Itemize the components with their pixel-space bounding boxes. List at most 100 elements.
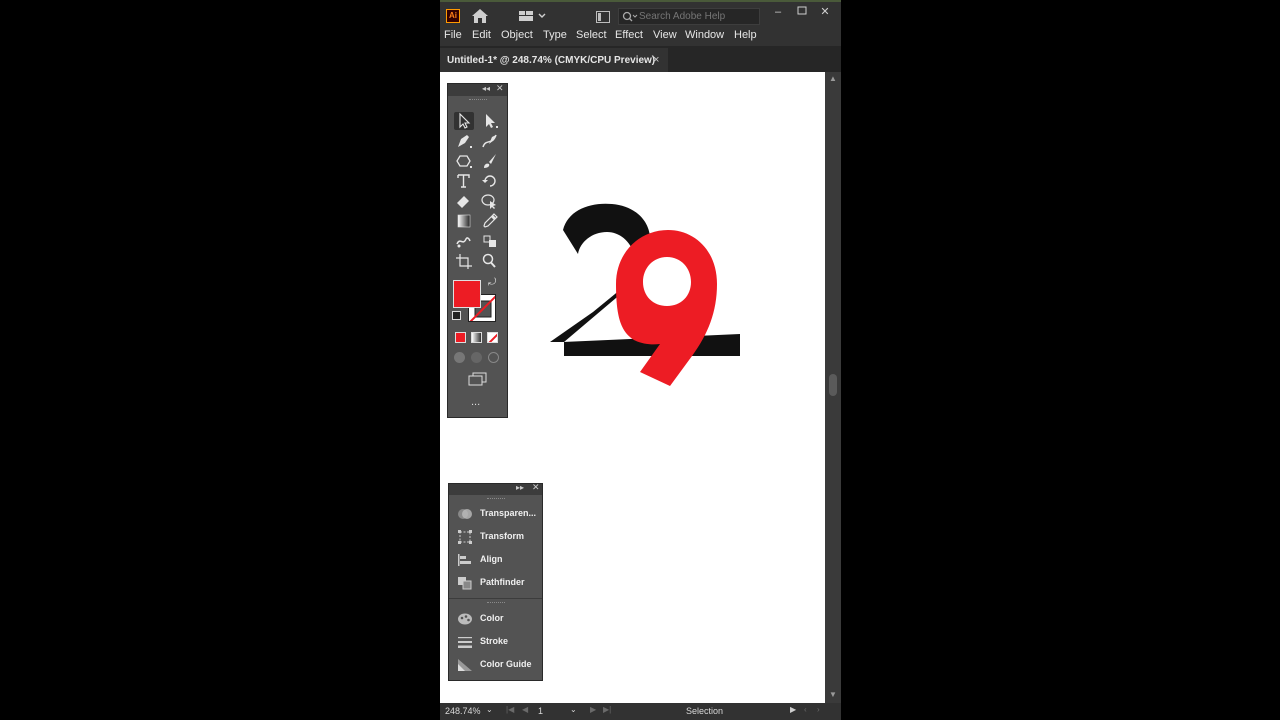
artwork-digit-2-text: 2 <box>440 72 446 75</box>
maximize-button[interactable] <box>795 6 809 18</box>
menu-select[interactable]: Select <box>576 29 607 41</box>
next-artboard-icon[interactable]: ▶ <box>590 705 596 714</box>
menu-type[interactable]: Type <box>543 29 567 41</box>
panel-align[interactable]: Align <box>449 549 542 572</box>
artboard-tool-icon[interactable] <box>454 252 474 270</box>
status-prev-icon[interactable]: ‹ <box>804 705 807 714</box>
eraser-tool-icon[interactable] <box>454 192 474 210</box>
selection-tool-icon[interactable] <box>454 112 474 130</box>
panel-grip[interactable] <box>469 99 487 102</box>
menu-help[interactable]: Help <box>734 29 757 41</box>
collapsed-panels-header[interactable]: ▸▸ ✕ <box>449 482 542 495</box>
color-icon <box>457 612 473 626</box>
first-artboard-icon[interactable]: |◀ <box>506 705 514 714</box>
pen-tool-icon[interactable] <box>454 132 474 150</box>
draw-behind-icon[interactable] <box>471 352 482 363</box>
panel-label: Pathfinder <box>480 577 525 587</box>
minimize-button[interactable]: – <box>771 6 785 18</box>
panel-label: Align <box>480 554 503 564</box>
expand-icon[interactable]: ▸▸ <box>516 483 524 492</box>
app-logo: Ai <box>446 9 460 23</box>
eyedropper-tool-icon[interactable] <box>480 212 500 230</box>
menu-edit[interactable]: Edit <box>472 29 491 41</box>
current-tool-label: Selection <box>686 706 724 716</box>
status-bar: 248.74% ⌄ |◀ ◀ 1 ⌄ ▶ ▶| Selection ▶ ‹ › <box>440 703 841 720</box>
transparency-icon <box>457 507 473 521</box>
screen-mode-icon[interactable] <box>468 372 488 389</box>
default-colors-icon[interactable] <box>452 311 461 320</box>
panel-grip[interactable] <box>487 602 505 605</box>
type-tool-icon[interactable] <box>454 172 474 190</box>
last-artboard-icon[interactable]: ▶| <box>603 705 611 714</box>
gradient-tool-icon[interactable] <box>454 212 474 230</box>
document-tab-title: Untitled-1* @ 248.74% (CMYK/CPU Preview) <box>447 55 656 66</box>
menu-window[interactable]: Window <box>685 29 724 41</box>
close-window-button[interactable]: ✕ <box>818 6 832 18</box>
color-guide-icon <box>457 658 473 672</box>
gradient-mode-icon[interactable] <box>471 332 482 343</box>
status-menu-icon[interactable]: ▶ <box>790 705 796 714</box>
panel-close-icon[interactable]: ✕ <box>532 482 540 493</box>
curvature-tool-icon[interactable] <box>480 132 500 150</box>
direct-selection-tool-icon[interactable] <box>480 112 500 130</box>
pathfinder-icon <box>457 576 473 590</box>
symbol-sprayer-tool-icon[interactable] <box>480 232 500 250</box>
title-bar: Ai – ✕ <box>440 0 841 28</box>
zoom-level[interactable]: 248.74% <box>445 706 481 716</box>
scroll-thumb[interactable] <box>829 374 837 396</box>
panel-color-guide[interactable]: Color Guide <box>449 654 542 677</box>
panel-stroke[interactable]: Stroke <box>449 631 542 654</box>
panel-transform[interactable]: Transform <box>449 526 542 549</box>
artboard-number[interactable]: 1 <box>538 706 543 716</box>
menu-bar: File Edit Object Type Select Effect View… <box>440 28 841 46</box>
transform-icon <box>457 530 473 544</box>
puppet-warp-tool-icon[interactable] <box>454 232 474 250</box>
search-box[interactable] <box>618 8 760 25</box>
artboard-dropdown-icon[interactable]: ⌄ <box>570 705 577 714</box>
panel-toggle-icon[interactable] <box>596 11 610 23</box>
artwork-digit-9[interactable] <box>616 230 717 386</box>
panel-label: Transparen... <box>480 508 537 518</box>
prev-artboard-icon[interactable]: ◀ <box>522 705 528 714</box>
home-icon[interactable] <box>471 8 489 24</box>
draw-normal-icon[interactable] <box>454 352 465 363</box>
rotate-tool-icon[interactable] <box>480 172 500 190</box>
close-tab-icon[interactable]: × <box>653 54 659 66</box>
menu-view[interactable]: View <box>653 29 677 41</box>
menu-object[interactable]: Object <box>501 29 533 41</box>
scroll-down-icon[interactable]: ▼ <box>829 690 837 699</box>
menu-effect[interactable]: Effect <box>615 29 643 41</box>
tools-panel: ◂◂ ✕ ⤾ ... <box>447 83 508 418</box>
panel-color[interactable]: Color <box>449 608 542 631</box>
panel-pathfinder[interactable]: Pathfinder <box>449 572 542 595</box>
menu-file[interactable]: File <box>444 29 462 41</box>
status-next-icon[interactable]: › <box>817 705 820 714</box>
color-mode-icon[interactable] <box>455 332 466 343</box>
panel-label: Color Guide <box>480 659 532 669</box>
panel-divider <box>449 598 542 599</box>
workspace-switcher-icon[interactable] <box>519 10 547 22</box>
zoom-tool-icon[interactable] <box>480 252 500 270</box>
tools-panel-header[interactable]: ◂◂ ✕ <box>448 83 507 96</box>
scroll-up-icon[interactable]: ▲ <box>829 74 837 83</box>
panel-transparency[interactable]: Transparen... <box>449 503 542 526</box>
zoom-dropdown-icon[interactable]: ⌄ <box>486 705 493 714</box>
panel-grip[interactable] <box>487 498 505 501</box>
fill-swatch[interactable] <box>453 280 481 308</box>
stroke-icon <box>457 635 473 649</box>
search-icon <box>622 11 638 23</box>
draw-inside-icon[interactable] <box>488 352 499 363</box>
edit-toolbar-icon[interactable]: ... <box>471 396 480 408</box>
paintbrush-tool-icon[interactable] <box>480 152 500 170</box>
shape-tool-icon[interactable] <box>454 152 474 170</box>
shape-builder-tool-icon[interactable] <box>480 192 500 210</box>
vertical-scrollbar[interactable]: ▲ ▼ <box>825 72 841 703</box>
swap-fill-stroke-icon[interactable]: ⤾ <box>488 277 496 288</box>
collapse-icon[interactable]: ◂◂ <box>482 84 490 93</box>
document-tab[interactable]: Untitled-1* @ 248.74% (CMYK/CPU Preview)… <box>440 48 668 72</box>
panel-label: Color <box>480 613 504 623</box>
none-mode-icon[interactable] <box>487 332 498 343</box>
panel-close-icon[interactable]: ✕ <box>496 83 504 94</box>
panel-label: Transform <box>480 531 525 541</box>
search-input[interactable] <box>639 9 757 24</box>
